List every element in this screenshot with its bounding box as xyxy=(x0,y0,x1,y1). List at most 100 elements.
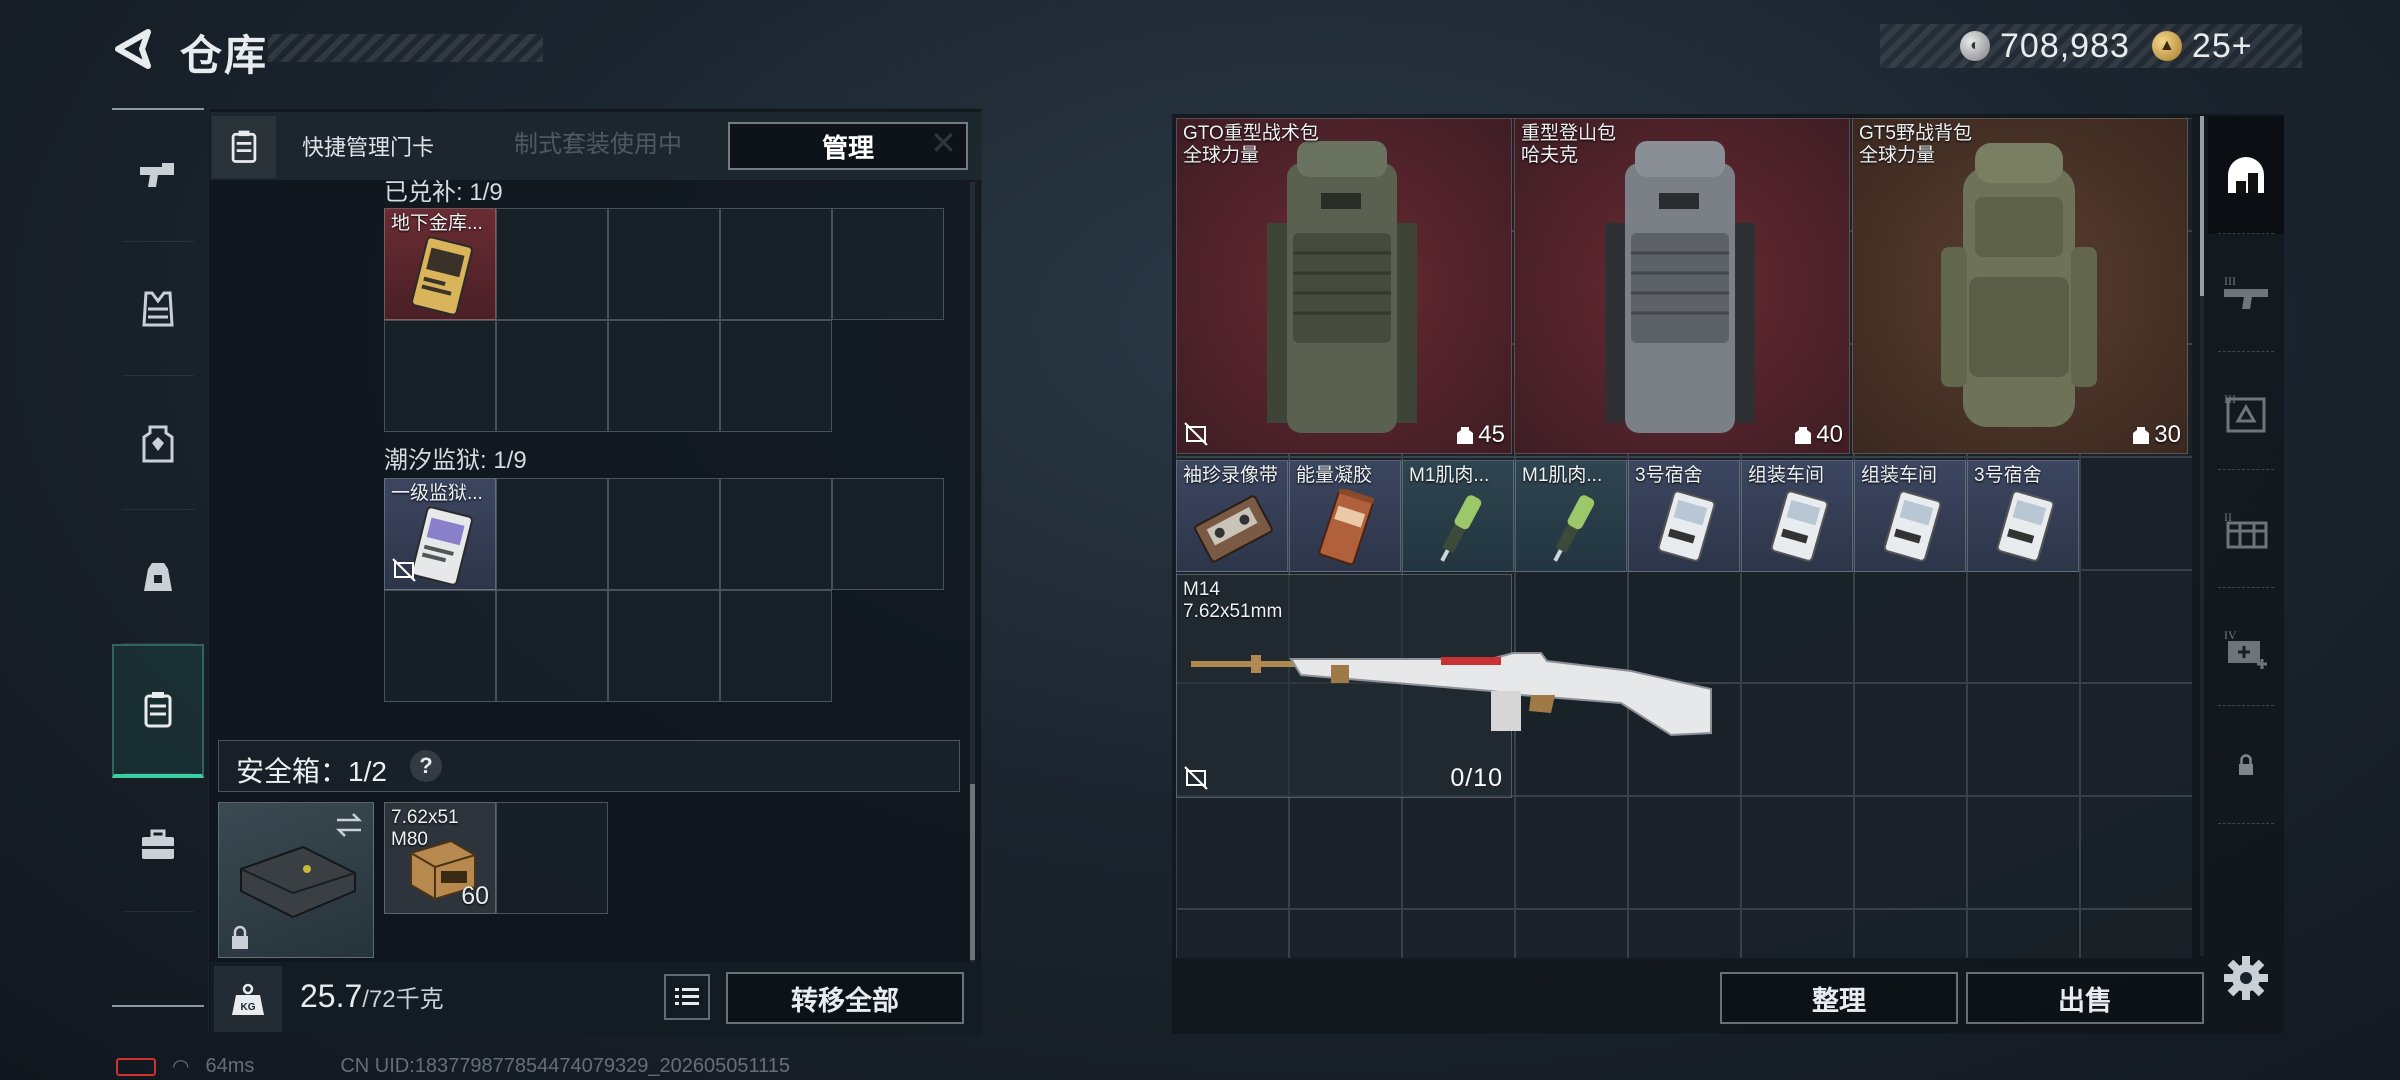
tier2-crate-icon: II xyxy=(2224,510,2268,549)
item-assembly-workshop-key-2[interactable]: 组装车间 xyxy=(1854,460,1966,572)
item-energy-gel[interactable]: 能量凝胶 xyxy=(1289,460,1401,572)
backpack-image xyxy=(1267,141,1417,433)
stash-slot[interactable] xyxy=(1967,570,2080,683)
back-button[interactable] xyxy=(108,24,158,74)
ammo-item[interactable]: 7.62x51 M80 60 xyxy=(384,802,496,914)
bag-capacity-icon xyxy=(1795,427,1812,444)
grid-slot[interactable] xyxy=(608,478,720,590)
grid-slot[interactable] xyxy=(496,320,608,432)
gold-amount[interactable]: 25+ xyxy=(2192,27,2253,66)
transfer-all-button[interactable]: 转移全部 xyxy=(726,972,964,1024)
stash-slot[interactable] xyxy=(1176,909,1289,958)
magazine-count: 0/10 xyxy=(1450,764,1503,792)
gold-coin-icon[interactable]: ▲ xyxy=(2151,31,2182,61)
sell-button[interactable]: 出售 xyxy=(1966,972,2204,1024)
backpack-item-heavy-mountain[interactable]: 重型登山包 哈夫克 40 xyxy=(1514,118,1850,454)
grid-slot[interactable] xyxy=(496,478,608,590)
stash-slot[interactable] xyxy=(1628,909,1741,958)
sidebar-item-armor[interactable] xyxy=(112,242,204,376)
item-name: M1肌肉... xyxy=(1409,465,1490,486)
stash-slot[interactable] xyxy=(1402,909,1515,958)
keycard-holder-icon xyxy=(231,130,257,163)
item-dorm3-key-1[interactable]: 3号宿舍 xyxy=(1628,460,1740,572)
grid-slot[interactable] xyxy=(832,478,944,590)
backpack-item-gt5[interactable]: GT5野战背包 全球力量 30 xyxy=(1852,118,2188,454)
item-name: M1肌肉... xyxy=(1522,465,1603,486)
stash-slot[interactable] xyxy=(2080,457,2192,570)
weapon-item-m14[interactable]: M14 7.62x51mm 0/10 xyxy=(1176,574,1712,798)
energy-gel-image xyxy=(1318,489,1375,566)
backpack-item-gto[interactable]: GTO重型战术包 全球力量 45 xyxy=(1176,118,1512,454)
stash-slot[interactable] xyxy=(2080,570,2192,683)
stash-slot[interactable] xyxy=(1628,796,1741,909)
grid-slot[interactable] xyxy=(496,590,608,702)
grid-slot[interactable] xyxy=(720,208,832,320)
safebox-slot[interactable] xyxy=(496,802,608,914)
stash-slot[interactable] xyxy=(1967,796,2080,909)
stash-slot[interactable] xyxy=(1854,796,1967,909)
bag-capacity-icon xyxy=(2133,427,2150,444)
swap-icon[interactable] xyxy=(333,811,365,839)
stash-slot[interactable] xyxy=(1741,683,1854,796)
stash-slot[interactable] xyxy=(2080,909,2192,958)
grid-slot[interactable] xyxy=(384,590,496,702)
stash-slot[interactable] xyxy=(1967,683,2080,796)
silver-amount: 708,983 xyxy=(2000,26,2130,65)
grid-slot[interactable] xyxy=(608,590,720,702)
tab-stash-medical[interactable]: IV xyxy=(2208,588,2284,706)
capacity-label: 40 xyxy=(1794,421,1843,449)
grid-slot[interactable] xyxy=(832,208,944,320)
stash-slot[interactable] xyxy=(1515,909,1628,958)
sidebar-item-rig[interactable] xyxy=(112,510,204,644)
keycard-item-prison[interactable]: 一级监狱... xyxy=(384,478,496,590)
stash-slot[interactable] xyxy=(1289,796,1402,909)
sidebar-item-toolkit[interactable] xyxy=(112,778,204,912)
sidebar-item-weapons[interactable] xyxy=(112,108,204,242)
stash-slot[interactable] xyxy=(1854,570,1967,683)
item-pocket-videotape[interactable]: 袖珍录像带 xyxy=(1176,460,1288,572)
tab-locked[interactable] xyxy=(2208,706,2284,824)
keycard-item-vault[interactable]: 地下金库... xyxy=(384,208,496,320)
stash-slot[interactable] xyxy=(1741,570,1854,683)
injector-image xyxy=(1553,495,1595,562)
item-dorm3-key-2[interactable]: 3号宿舍 xyxy=(1967,460,2079,572)
stash-scroll-thumb[interactable] xyxy=(2200,116,2204,296)
container-scroll-thumb[interactable] xyxy=(970,784,975,960)
item-name: 一级监狱... xyxy=(391,483,483,504)
item-name: M14 xyxy=(1183,579,1220,600)
item-m1-muscle-1[interactable]: M1肌肉... xyxy=(1402,460,1514,572)
stash-slot[interactable] xyxy=(1741,796,1854,909)
grid-slot[interactable] xyxy=(720,590,832,702)
item-m1-muscle-2[interactable]: M1肌肉... xyxy=(1515,460,1627,572)
sidebar-item-backpack[interactable] xyxy=(112,376,204,510)
stash-slot[interactable] xyxy=(1402,796,1515,909)
grid-slot[interactable] xyxy=(720,320,832,432)
stash-slot[interactable] xyxy=(1289,909,1402,958)
safebox-case-slot[interactable] xyxy=(218,802,374,958)
stash-slot[interactable] xyxy=(1967,909,2080,958)
capacity-label: 45 xyxy=(1456,421,1505,449)
stash-slot[interactable] xyxy=(1515,796,1628,909)
tab-stash-cases[interactable]: III xyxy=(2208,352,2284,470)
item-assembly-workshop-key-1[interactable]: 组装车间 xyxy=(1741,460,1853,572)
tab-main-stash[interactable] xyxy=(2208,116,2284,234)
stash-slot[interactable] xyxy=(1176,796,1289,909)
help-icon[interactable]: ? xyxy=(410,750,442,782)
grid-slot[interactable] xyxy=(496,208,608,320)
tab-stash-crates[interactable]: II xyxy=(2208,470,2284,588)
grid-slot[interactable] xyxy=(608,320,720,432)
stash-slot[interactable] xyxy=(1854,683,1967,796)
settings-button[interactable] xyxy=(2220,952,2272,1004)
grid-slot[interactable] xyxy=(384,320,496,432)
stash-slot[interactable] xyxy=(2080,683,2192,796)
stash-slot[interactable] xyxy=(2080,796,2192,909)
grid-slot[interactable] xyxy=(720,478,832,590)
stash-slot[interactable] xyxy=(1854,909,1967,958)
sort-button[interactable]: 整理 xyxy=(1720,972,1958,1024)
close-icon: ✕ xyxy=(930,125,957,161)
tab-stash-weapons[interactable]: III xyxy=(2208,234,2284,352)
sidebar-item-container[interactable] xyxy=(112,644,204,778)
stash-slot[interactable] xyxy=(1741,909,1854,958)
grid-slot[interactable] xyxy=(608,208,720,320)
list-view-button[interactable] xyxy=(664,974,710,1020)
